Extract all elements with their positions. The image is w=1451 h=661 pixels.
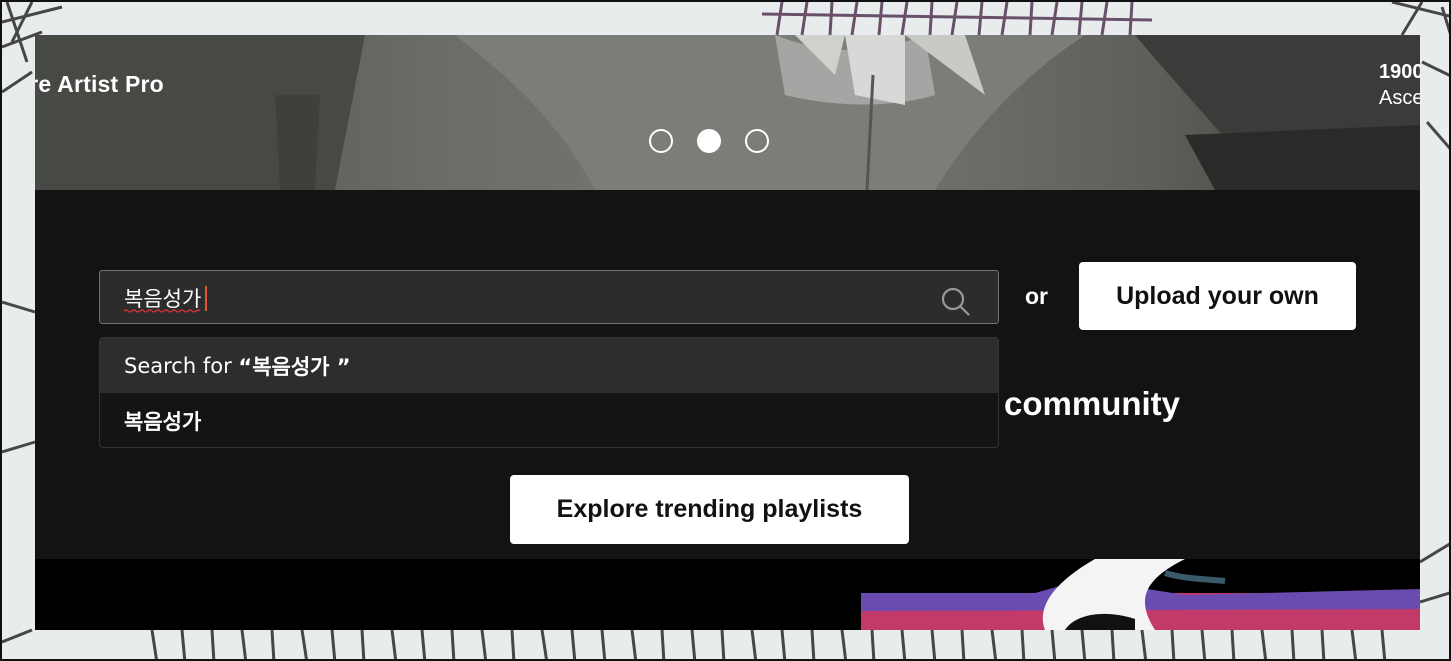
text-caret [205,286,207,311]
hero-side-line1: 1900 [1379,61,1420,83]
search-suggestions-dropdown: Search for “복음성가 ” 복음성가 [99,337,999,448]
hero-title[interactable]: ore Artist Pro [35,71,164,98]
hero-image [35,35,1420,190]
suggestion-item[interactable]: 복음성가 [100,393,998,447]
carousel-dot-1[interactable] [649,129,673,153]
suggestion-search-for[interactable]: Search for “복음성가 ” [100,338,998,393]
hero-side-line2: Asce [1379,87,1420,109]
hero-side-text: 1900 Asce [1379,59,1420,111]
explore-trending-playlists-button[interactable]: Explore trending playlists [510,475,909,544]
browser-viewport: ore Artist Pro 1900 Asce [35,35,1420,630]
carousel-dot-2[interactable] [697,129,721,153]
suggestion-label: 복음성가 [124,409,202,434]
community-heading: community [1004,385,1181,422]
playlist-artwork [861,559,1420,630]
screenshot-frame: ore Artist Pro 1900 Asce [0,0,1451,661]
or-label: or [1025,283,1048,309]
bottom-content-strip [35,559,1420,630]
search-icon[interactable] [940,286,972,318]
search-for-prefix: Search for [124,353,232,378]
carousel-dots [649,129,769,153]
spellcheck-underline [124,309,201,313]
search-box[interactable] [99,270,999,324]
search-input[interactable] [124,283,924,313]
search-panel: or Upload your own community Search for … [35,190,1420,559]
carousel-dot-3[interactable] [745,129,769,153]
search-for-query: “복음성가 ” [238,354,351,379]
hero-carousel: ore Artist Pro 1900 Asce [35,35,1420,190]
upload-your-own-button[interactable]: Upload your own [1079,262,1356,330]
